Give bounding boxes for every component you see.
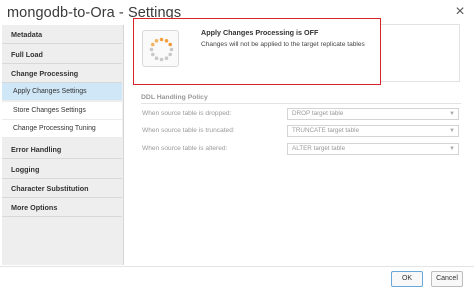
notice-title: Apply Changes Processing is OFF [201,28,319,37]
ddl-truncated-select[interactable]: TRUNCATE target table ▼ [287,125,459,137]
ddl-altered-value: ALTER target table [292,145,346,152]
spinner-icon [142,30,179,67]
sidebar-item-error-handling[interactable]: Error Handling [2,140,122,159]
ddl-truncated-value: TRUNCATE target table [292,127,360,134]
close-icon[interactable]: × [451,3,469,21]
ddl-section-title: DDL Handling Policy [141,94,208,101]
ddl-altered-label: When source table is altered: [142,145,228,152]
ddl-dropped-label: When source table is dropped: [142,110,232,117]
chevron-down-icon: ▼ [449,128,455,134]
sidebar-item-full-load[interactable]: Full Load [2,45,122,64]
notice-message: Changes will not be applied to the targe… [201,41,365,48]
chevron-down-icon: ▼ [449,111,455,117]
ddl-altered-select[interactable]: ALTER target table ▼ [287,143,459,155]
ddl-dropped-value: DROP target table [292,110,344,117]
sidebar-item-change-processing-tuning[interactable]: Change Processing Tuning [2,120,122,138]
chevron-down-icon: ▼ [449,146,455,152]
sidebar-item-more-options[interactable]: More Options [2,198,122,217]
ddl-truncated-label: When source table is truncated: [142,127,235,134]
spinner-graphic [149,37,174,62]
ddl-dropped-select[interactable]: DROP target table ▼ [287,108,459,120]
cancel-button[interactable]: Cancel [431,271,463,287]
sidebar-item-store-changes-settings[interactable]: Store Changes Settings [2,102,122,120]
sidebar-item-change-processing[interactable]: Change Processing [2,64,122,83]
sidebar-item-character-substitution[interactable]: Character Substitution [2,179,122,198]
sidebar-item-metadata[interactable]: Metadata [2,25,122,44]
section-divider [141,103,461,104]
sidebar-item-apply-changes-settings[interactable]: Apply Changes Settings [2,83,122,101]
ok-button[interactable]: OK [391,271,423,287]
sidebar-item-logging[interactable]: Logging [2,160,122,179]
